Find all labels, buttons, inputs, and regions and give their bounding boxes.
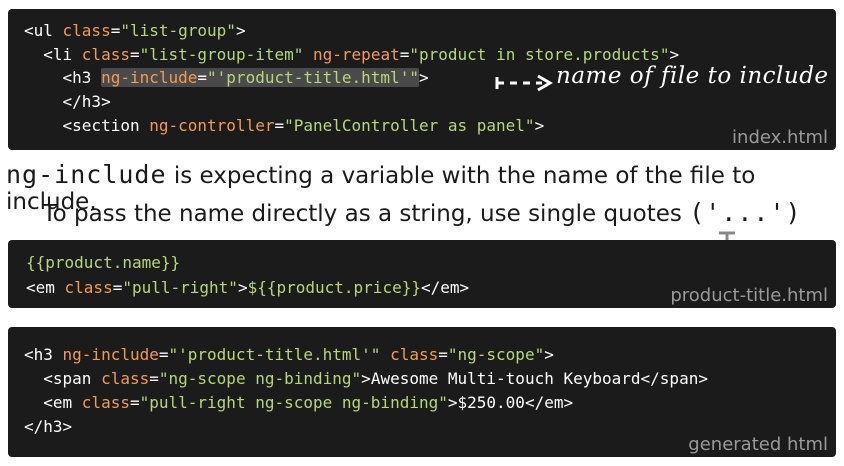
code-line: <span class="ng-scope ng-binding">Awesom… xyxy=(24,369,708,388)
ng-include-code: ng-include xyxy=(6,160,167,189)
ng-include-highlight: ng-include="'product-title.html'" xyxy=(101,68,419,88)
code-line: <em class="pull-right ng-scope ng-bindin… xyxy=(24,393,574,412)
index-html-code-block: <ul class="list-group"> <li class="list-… xyxy=(8,9,836,150)
code-line: <h3 ng-include="'product-title.html'" cl… xyxy=(24,345,554,364)
product-title-html-code-block: {{product.name}} <em class="pull-right">… xyxy=(8,240,836,308)
generated-html-label: generated html xyxy=(688,434,828,455)
code-line: <li class="list-group-item" ng-repeat="p… xyxy=(24,44,680,64)
code-line: <ul class="list-group"> xyxy=(24,21,246,40)
code-line: </h3> xyxy=(24,92,111,112)
code-line: <em class="pull-right">${{product.price}… xyxy=(26,278,470,297)
code-line: <section ng-controller="PanelController … xyxy=(24,115,545,135)
product-title-html-label: product-title.html xyxy=(670,285,828,306)
generated-html-code-block: <h3 ng-include="'product-title.html'" cl… xyxy=(8,327,836,457)
code-line: {{product.name}} xyxy=(26,253,181,272)
index-html-label: index.html xyxy=(732,127,828,148)
file-name-annotation: name of file to include xyxy=(556,63,829,89)
single-quotes-code: ('...') xyxy=(689,198,802,227)
product-title-html-code: {{product.name}} <em class="pull-right">… xyxy=(26,250,469,300)
caption-line-2: To pass the name directly as a string, u… xyxy=(0,198,844,227)
code-line: <h3 ng-include="'product-title.html'"> xyxy=(24,68,429,88)
dashed-arrow-icon xyxy=(495,74,553,92)
caption-text-2: To pass the name directly as a string, u… xyxy=(42,201,690,227)
code-line: </h3> xyxy=(24,417,73,436)
generated-html-code: <h3 ng-include="'product-title.html'" cl… xyxy=(24,343,708,439)
